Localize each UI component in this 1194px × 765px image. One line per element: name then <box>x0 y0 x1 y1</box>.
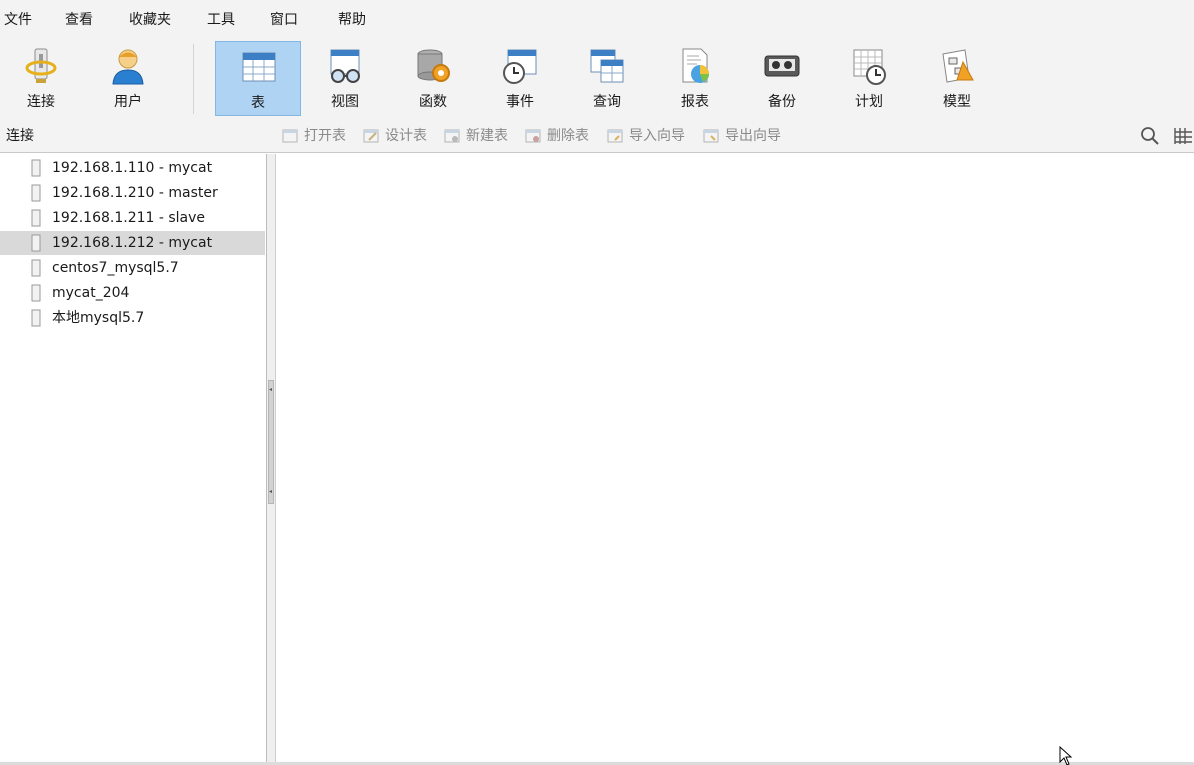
user-icon <box>112 49 144 85</box>
toolbar-event-label: 事件 <box>506 94 534 110</box>
toolbar-report-label: 报表 <box>681 94 709 110</box>
toolbar-backup-label: 备份 <box>768 94 796 110</box>
toolbar-schedule-label: 计划 <box>855 94 883 110</box>
connection-label: 本地mysql5.7 <box>52 310 145 326</box>
new-table-label: 新建表 <box>466 128 508 144</box>
open-table-label: 打开表 <box>304 128 346 144</box>
import-wizard-icon <box>607 129 623 143</box>
delete-table-label: 删除表 <box>547 128 589 144</box>
connection-item-selected[interactable]: 192.168.1.212 - mycat <box>0 231 265 255</box>
toolbar-view-label: 视图 <box>331 94 359 110</box>
mouse-cursor-icon <box>1059 746 1073 765</box>
toolbar-query-label: 查询 <box>593 94 621 110</box>
toolbar-function-button[interactable]: 函数 <box>390 41 476 116</box>
toolbar-table-button[interactable]: 表 <box>215 41 301 116</box>
toolbar-user-button[interactable]: 用户 <box>85 41 171 116</box>
schedule-calendar-icon <box>853 49 886 85</box>
toolbar-model-button[interactable]: 模型 <box>914 41 1000 116</box>
connection-label: 192.168.1.211 - slave <box>52 210 206 226</box>
database-server-icon <box>31 259 41 277</box>
toolbar-connect-label: 连接 <box>27 94 55 110</box>
main-toolbar: 连接 用户 表 视图 函数 事件 查询 报表 备份 计划 模型 <box>0 38 1194 118</box>
connect-icon <box>25 48 57 83</box>
connection-item[interactable]: mycat_204 <box>0 281 265 305</box>
menu-window[interactable]: 窗口 <box>270 11 298 29</box>
view-glasses-icon <box>330 49 360 83</box>
toolbar-user-label: 用户 <box>114 94 142 110</box>
model-diagram-icon <box>942 49 974 83</box>
grid-view-icon[interactable] <box>1172 126 1192 146</box>
query-icon <box>590 49 624 83</box>
import-wizard-label: 导入向导 <box>629 128 685 144</box>
export-wizard-button[interactable]: 导出向导 <box>703 127 781 145</box>
design-table-icon <box>363 129 379 143</box>
menu-tools[interactable]: 工具 <box>207 11 235 29</box>
import-wizard-button[interactable]: 导入向导 <box>607 127 685 145</box>
open-table-button[interactable]: 打开表 <box>282 127 346 145</box>
connection-item[interactable]: 192.168.1.211 - slave <box>0 206 265 230</box>
connection-item[interactable]: 192.168.1.110 - mycat <box>0 156 265 180</box>
object-toolbar: 连接 打开表 设计表 新建表 删除表 导入向导 导出向导 <box>0 118 1194 153</box>
toolbar-table-label: 表 <box>251 95 265 111</box>
open-table-icon <box>282 129 298 143</box>
search-icon[interactable] <box>1140 126 1160 146</box>
connection-label: 192.168.1.212 - mycat <box>52 235 213 251</box>
database-server-icon <box>31 209 41 227</box>
connections-panel-title: 连接 <box>6 128 34 144</box>
delete-table-button[interactable]: 删除表 <box>525 127 589 145</box>
splitter-grip-handle[interactable]: ◂ ◂ <box>268 380 274 504</box>
menu-file[interactable]: 文件 <box>4 11 32 29</box>
connection-item[interactable]: 192.168.1.210 - master <box>0 181 265 205</box>
database-server-icon <box>31 234 41 252</box>
design-table-label: 设计表 <box>385 128 427 144</box>
connection-label: centos7_mysql5.7 <box>52 260 179 276</box>
table-icon <box>242 52 276 82</box>
toolbar-separator <box>193 44 194 114</box>
connection-label: 192.168.1.210 - master <box>52 185 218 201</box>
export-wizard-icon <box>703 129 719 143</box>
toolbar-event-button[interactable]: 事件 <box>477 41 563 116</box>
delete-table-icon <box>525 129 541 143</box>
toolbar-backup-button[interactable]: 备份 <box>739 41 825 116</box>
export-wizard-label: 导出向导 <box>725 128 781 144</box>
database-server-icon <box>31 309 41 327</box>
toolbar-report-button[interactable]: 报表 <box>652 41 738 116</box>
toolbar-model-label: 模型 <box>943 94 971 110</box>
new-table-icon <box>444 129 460 143</box>
collapse-left-arrow-icon[interactable]: ◂ <box>269 387 273 393</box>
database-server-icon <box>31 159 41 177</box>
toolbar-schedule-button[interactable]: 计划 <box>826 41 912 116</box>
database-server-icon <box>31 284 41 302</box>
report-chart-icon <box>682 48 709 83</box>
toolbar-function-label: 函数 <box>419 94 447 110</box>
event-clock-icon <box>503 49 537 84</box>
connection-label: 192.168.1.110 - mycat <box>52 160 213 176</box>
toolbar-view-button[interactable]: 视图 <box>302 41 388 116</box>
function-gear-icon <box>417 49 450 82</box>
connection-item[interactable]: centos7_mysql5.7 <box>0 256 265 280</box>
menu-favorites[interactable]: 收藏夹 <box>129 11 171 29</box>
connection-item[interactable]: 本地mysql5.7 <box>0 306 265 330</box>
toolbar-connect-button[interactable]: 连接 <box>0 41 84 116</box>
new-table-button[interactable]: 新建表 <box>444 127 508 145</box>
object-list-pane[interactable] <box>275 154 1194 764</box>
menu-view[interactable]: 查看 <box>65 11 93 29</box>
connection-label: mycat_204 <box>52 285 130 301</box>
database-server-icon <box>31 184 41 202</box>
menu-bar: 文件 查看 收藏夹 工具 窗口 帮助 <box>0 0 1194 38</box>
menu-help[interactable]: 帮助 <box>338 11 366 29</box>
connections-tree: 192.168.1.110 - mycat 192.168.1.210 - ma… <box>0 154 267 762</box>
design-table-button[interactable]: 设计表 <box>363 127 427 145</box>
toolbar-query-button[interactable]: 查询 <box>564 41 650 116</box>
collapse-left-arrow-icon[interactable]: ◂ <box>269 489 273 495</box>
backup-tape-icon <box>764 55 800 77</box>
